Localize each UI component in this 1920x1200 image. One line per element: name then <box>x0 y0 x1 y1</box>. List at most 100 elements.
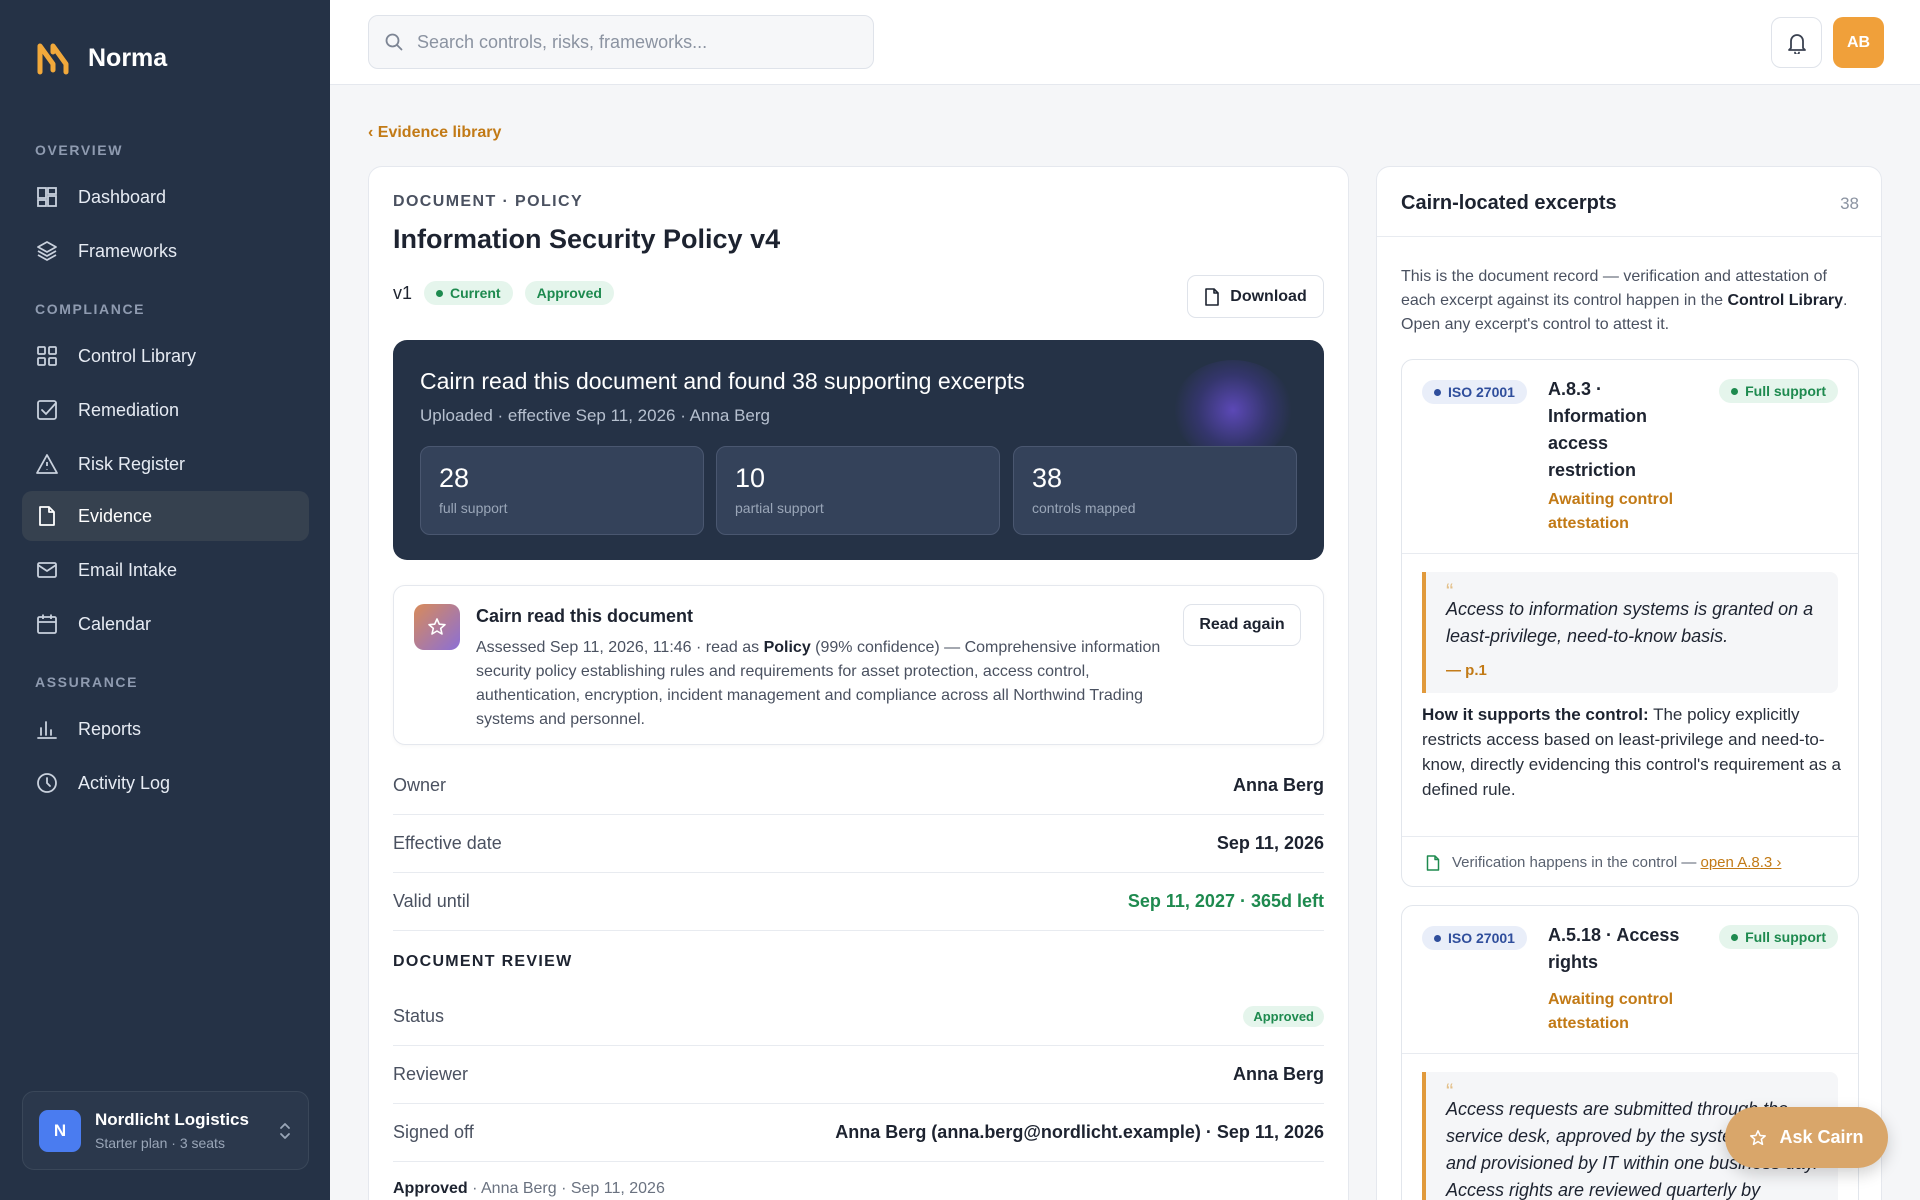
org-plan: Starter plan · 3 seats <box>95 1135 225 1151</box>
back-to-evidence-library-link[interactable]: ‹ Evidence library <box>368 124 501 142</box>
cairn-star-icon <box>414 604 460 650</box>
sidebar-item-label: Evidence <box>78 505 153 526</box>
sidebar-item-label: Remediation <box>78 399 180 420</box>
sidebar-item-frameworks[interactable]: Frameworks <box>22 226 309 276</box>
search-box[interactable] <box>368 15 874 69</box>
org-switcher[interactable]: N Nordlicht Logistics Starter plan · 3 s… <box>22 1091 309 1170</box>
framework-badge: ISO 27001 <box>1422 926 1527 950</box>
sidebar-item-label: Activity Log <box>78 772 171 793</box>
banner-subtitle: Uploaded · effective Sep 11, 2026 · Anna… <box>420 406 771 425</box>
stat-partial-support: 10 partial support <box>716 446 1000 535</box>
sidebar-item-label: Risk Register <box>78 453 186 474</box>
clock-icon <box>37 773 57 793</box>
sidebar-item-control-library[interactable]: Control Library <box>22 331 309 381</box>
sidebar-item-email-intake[interactable]: Email Intake <box>22 545 309 595</box>
excerpt-control[interactable]: A.8.3 · Information access restriction <box>1548 376 1698 484</box>
bell-icon <box>1787 33 1806 54</box>
topbar: AB <box>330 0 1920 85</box>
field-label: Owner <box>393 775 447 795</box>
cairn-read-card: Cairn read this document Assessed Sep 11… <box>393 585 1324 745</box>
sidebar-item-remediation[interactable]: Remediation <box>22 385 309 435</box>
support-label: Full support <box>1745 383 1826 399</box>
panel-intro-control-library: Control Library <box>1727 292 1843 309</box>
excerpt-control[interactable]: A.5.18 · Access rights <box>1548 922 1698 976</box>
sidebar-item-reports[interactable]: Reports <box>22 704 309 754</box>
app-name: Norma <box>88 43 168 72</box>
framework-dot-icon <box>1434 934 1441 942</box>
excerpt-status: Awaiting control attestation <box>1548 991 1674 1032</box>
nav-section-compliance: COMPLIANCE <box>35 301 146 317</box>
file-icon <box>1205 287 1220 306</box>
org-name: Nordlicht Logistics <box>95 1110 249 1129</box>
read-again-button[interactable]: Read again <box>1183 604 1301 646</box>
sidebar-item-activity-log[interactable]: Activity Log <box>22 758 309 808</box>
sidebar-item-label: Frameworks <box>78 240 178 261</box>
squares-icon <box>37 346 57 366</box>
sidebar-item-label: Reports <box>78 718 142 739</box>
field-label: Reviewer <box>393 1064 469 1084</box>
document-title: Information Security Policy v4 <box>393 224 781 254</box>
current-badge-label: Current <box>450 285 501 301</box>
verification-text: Verification happens in the control — op… <box>1452 854 1781 871</box>
quote-mark-icon: “ <box>1446 579 1454 604</box>
brand[interactable]: Norma <box>36 40 167 76</box>
stat-value: 10 <box>735 463 766 493</box>
field-owner: Owner Anna Berg <box>393 757 1324 815</box>
cairn-summary-banner: Cairn read this document and found 38 su… <box>393 340 1324 560</box>
sidebar-item-label: Email Intake <box>78 559 178 580</box>
cairn-read-body: Assessed Sep 11, 2026, 11:46 · read as P… <box>476 636 1176 732</box>
panel-header: Cairn-located excerpts 38 <box>1377 167 1881 237</box>
approval-summary: Approved · Anna Berg · Sep 11, 2026 <box>393 1180 665 1198</box>
verification-prefix: Verification happens in the control — <box>1452 854 1701 871</box>
sidebar-item-risk-register[interactable]: Risk Register <box>22 439 309 489</box>
approval-summary-rest: · Anna Berg · Sep 11, 2026 <box>467 1180 665 1197</box>
field-effective-date: Effective date Sep 11, 2026 <box>393 815 1324 873</box>
quote-mark-icon: “ <box>1446 1079 1454 1104</box>
framework-badge: ISO 27001 <box>1422 380 1527 404</box>
cairn-read-doc-type: Policy <box>763 639 811 656</box>
nav-section-overview: OVERVIEW <box>35 142 124 158</box>
document-review-heading: DOCUMENT REVIEW <box>393 953 573 970</box>
sidebar-item-dashboard[interactable]: Dashboard <box>22 172 309 222</box>
sidebar: Norma OVERVIEW Dashboard Frameworks COMP… <box>0 0 330 1200</box>
field-label: Status <box>393 1006 445 1026</box>
banner-title: Cairn read this document and found 38 su… <box>420 368 1025 394</box>
sidebar-item-label: Calendar <box>78 613 152 634</box>
stat-label: partial support <box>735 500 824 516</box>
sidebar-item-evidence[interactable]: Evidence <box>22 491 309 541</box>
framework-label: ISO 27001 <box>1448 384 1515 400</box>
document-version: v1 <box>393 282 413 303</box>
stat-label: controls mapped <box>1032 500 1136 516</box>
layers-icon <box>37 241 57 261</box>
download-button[interactable]: Download <box>1187 275 1324 318</box>
excerpt-explanation: How it supports the control: The policy … <box>1422 702 1842 802</box>
field-value: Sep 11, 2027 · 365d left <box>1127 891 1324 911</box>
review-status: Status Approved <box>393 988 1324 1046</box>
mail-icon <box>37 562 57 578</box>
decorative-glow <box>1173 360 1293 460</box>
warning-icon <box>36 454 58 474</box>
sidebar-item-calendar[interactable]: Calendar <box>22 599 309 649</box>
search-icon <box>385 33 403 51</box>
framework-dot-icon <box>1434 388 1441 396</box>
calendar-icon <box>37 614 57 634</box>
field-label: Valid until <box>393 891 470 911</box>
ask-cairn-label: Ask Cairn <box>1779 1127 1864 1147</box>
nav-section-assurance: ASSURANCE <box>35 674 139 690</box>
field-valid-until: Valid until Sep 11, 2027 · 365d left <box>393 873 1324 931</box>
quote-text: Access to information systems is granted… <box>1446 599 1814 646</box>
bar-chart-icon <box>37 721 57 739</box>
field-value: Anna Berg <box>1232 1064 1324 1084</box>
field-value: Anna Berg <box>1232 775 1324 795</box>
search-input[interactable] <box>417 31 847 53</box>
open-control-link[interactable]: open A.8.3 › <box>1700 854 1781 871</box>
excerpt-card: ISO 27001 A.8.3 · Information access res… <box>1401 359 1859 887</box>
approval-summary-status: Approved <box>393 1180 468 1197</box>
star-icon <box>1750 1129 1767 1145</box>
ask-cairn-button[interactable]: Ask Cairn <box>1725 1107 1888 1168</box>
notifications-button[interactable] <box>1771 17 1822 68</box>
user-avatar[interactable]: AB <box>1833 17 1884 68</box>
document-meta: v1 Current Approved <box>393 281 614 305</box>
panel-title: Cairn-located excerpts <box>1401 192 1617 214</box>
status-badge: Approved <box>1243 1006 1324 1027</box>
